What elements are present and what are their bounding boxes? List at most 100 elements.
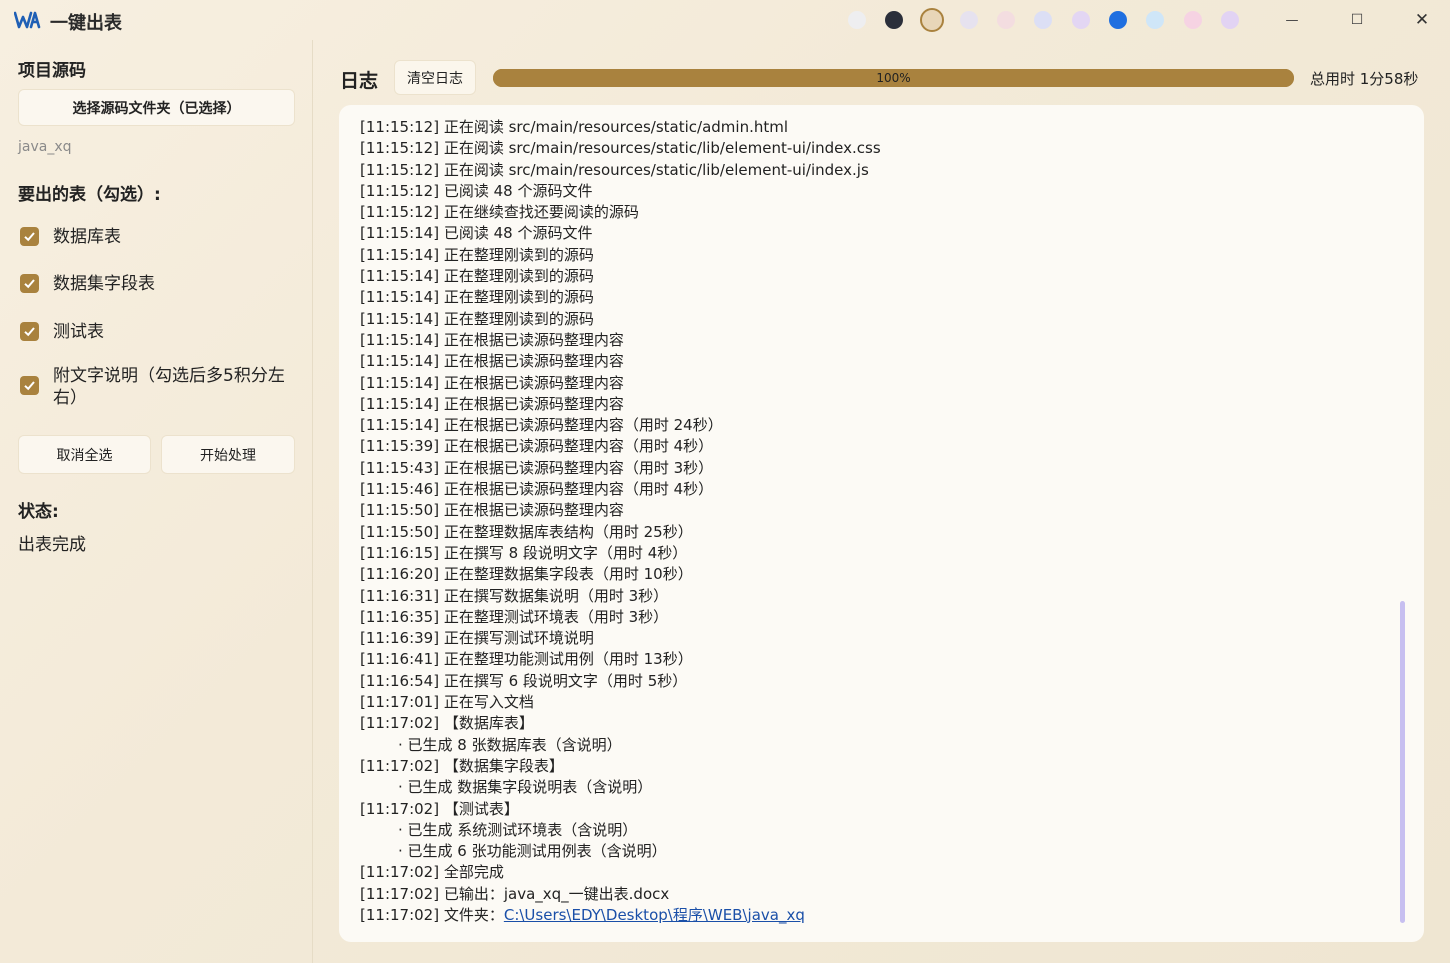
log-line-text: [11:15:50] 正在根据已读源码整理内容: [360, 501, 624, 520]
theme-swatch-lilac[interactable]: [1071, 11, 1090, 29]
log-line: [11:16:15] 正在撰写 8 段说明文字（用时 4秒）: [360, 543, 1390, 564]
log-line: [11:15:14] 正在根据已读源码整理内容: [360, 373, 1390, 394]
log-line: [11:15:50] 正在整理数据库表结构（用时 25秒）: [360, 522, 1390, 543]
output-folder-link[interactable]: C:\Users\EDY\Desktop\程序\WEB\java_xq: [504, 906, 805, 924]
theme-swatch-sky[interactable]: [1146, 11, 1165, 29]
minimize-button[interactable]: —: [1272, 6, 1312, 34]
option-label: 数据库表: [53, 227, 121, 247]
option-text-description[interactable]: 附文字说明（勾选后多5积分左右）: [20, 365, 300, 409]
checkbox-checked-icon[interactable]: [20, 322, 39, 341]
log-panel[interactable]: [11:15:12] 正在阅读 src/main/resources/stati…: [339, 105, 1424, 942]
log-line-text: [11:16:39] 正在撰写测试环境说明: [360, 629, 594, 648]
log-line-text: [11:15:14] 正在根据已读源码整理内容: [360, 394, 624, 413]
log-line-text: [11:17:02] 已输出：java_xq_一键出表.docx: [360, 884, 670, 903]
log-title: 日志: [340, 70, 379, 92]
log-line: [11:15:14] 正在整理刚读到的源码: [360, 287, 1390, 308]
log-line: [11:15:39] 正在根据已读源码整理内容（用时 4秒）: [360, 436, 1390, 457]
close-icon: ✕: [1414, 10, 1430, 30]
log-line: [11:17:02] 全部完成: [360, 862, 1390, 883]
log-line: [11:15:12] 正在阅读 src/main/resources/stati…: [360, 160, 1390, 181]
checkbox-checked-icon[interactable]: [20, 274, 39, 293]
log-line-text: [11:15:12] 正在继续查找还要阅读的源码: [360, 203, 639, 222]
log-line-text: · 已生成 数据集字段说明表（含说明）: [398, 778, 653, 797]
log-line: · 已生成 8 张数据库表（含说明）: [360, 735, 1390, 756]
close-button[interactable]: ✕: [1402, 6, 1442, 34]
option-database-table[interactable]: 数据库表: [20, 226, 300, 248]
maximize-icon: ☐: [1350, 12, 1364, 28]
log-line: [11:15:14] 正在整理刚读到的源码: [360, 266, 1390, 287]
theme-swatch-lavender-grey[interactable]: [959, 11, 978, 29]
log-line-text: [11:16:20] 正在整理数据集字段表（用时 10秒）: [360, 565, 693, 584]
theme-swatch-periwinkle[interactable]: [1034, 11, 1053, 29]
title-bar: 一键出表 — ☐ ✕: [0, 0, 1450, 40]
select-folder-button[interactable]: 选择源码文件夹（已选择）: [18, 89, 295, 126]
log-line: [11:17:01] 正在写入文档: [360, 692, 1390, 713]
log-line: [11:15:12] 正在阅读 src/main/resources/stati…: [360, 117, 1390, 138]
sidebar: 项目源码 选择源码文件夹（已选择） java_xq 要出的表（勾选）: 数据库表…: [0, 40, 313, 963]
log-line: [11:15:14] 正在根据已读源码整理内容: [360, 351, 1390, 372]
log-line-text: · 已生成 系统测试环境表（含说明）: [398, 820, 638, 839]
log-line-text: [11:16:31] 正在撰写数据集说明（用时 3秒）: [360, 586, 669, 605]
log-line-text: [11:15:12] 已阅读 48 个源码文件: [360, 181, 593, 200]
log-line: [11:16:35] 正在整理测试环境表（用时 3秒）: [360, 607, 1390, 628]
theme-swatches: [848, 8, 1258, 32]
log-line-text: [11:15:14] 正在根据已读源码整理内容: [360, 373, 624, 392]
log-line-text: [11:16:35] 正在整理测试环境表（用时 3秒）: [360, 607, 669, 626]
log-line: [11:17:02] 【数据库表】: [360, 713, 1390, 734]
log-line: [11:15:50] 正在根据已读源码整理内容: [360, 500, 1390, 521]
log-line: [11:16:41] 正在整理功能测试用例（用时 13秒）: [360, 649, 1390, 670]
option-dataset-field-table[interactable]: 数据集字段表: [20, 273, 300, 295]
log-line: [11:16:39] 正在撰写测试环境说明: [360, 628, 1390, 649]
theme-swatch-white[interactable]: [848, 11, 866, 29]
log-line: [11:15:14] 已阅读 48 个源码文件: [360, 223, 1390, 244]
log-line-text: [11:17:02] 全部完成: [360, 863, 504, 882]
selected-folder-name: java_xq: [18, 139, 72, 155]
log-line-text: [11:15:14] 正在根据已读源码整理内容: [360, 352, 624, 371]
theme-swatch-dark[interactable]: [885, 11, 904, 29]
log-line-text: [11:15:39] 正在根据已读源码整理内容（用时 4秒）: [360, 437, 714, 456]
log-line: [11:17:02] 文件夹：C:\Users\EDY\Desktop\程序\W…: [360, 905, 1390, 926]
log-line: [11:15:46] 正在根据已读源码整理内容（用时 4秒）: [360, 479, 1390, 500]
log-line-text: [11:15:14] 正在整理刚读到的源码: [360, 245, 594, 264]
log-line: · 已生成 数据集字段说明表（含说明）: [360, 777, 1390, 798]
checkbox-checked-icon[interactable]: [20, 227, 39, 246]
theme-swatch-blue[interactable]: [1109, 11, 1128, 29]
clear-log-button[interactable]: 清空日志: [394, 60, 476, 95]
log-line-text: [11:16:15] 正在撰写 8 段说明文字（用时 4秒）: [360, 543, 688, 562]
log-scrollbar-thumb[interactable]: [1400, 601, 1405, 923]
log-lines: [11:15:12] 正在阅读 src/main/resources/stati…: [360, 117, 1390, 926]
log-line: [11:15:12] 正在继续查找还要阅读的源码: [360, 202, 1390, 223]
theme-swatch-light-pink[interactable]: [997, 11, 1016, 29]
log-line: [11:15:14] 正在根据已读源码整理内容: [360, 330, 1390, 351]
log-line-text: [11:17:02] 文件夹：: [360, 905, 504, 924]
source-section-title: 项目源码: [18, 61, 86, 81]
status-title: 状态:: [18, 502, 59, 522]
log-line-text: [11:16:54] 正在撰写 6 段说明文字（用时 5秒）: [360, 671, 688, 690]
maximize-button[interactable]: ☐: [1337, 6, 1377, 34]
log-line-text: [11:15:12] 正在阅读 src/main/resources/stati…: [360, 139, 881, 158]
log-line-text: [11:15:14] 正在整理刚读到的源码: [360, 267, 594, 286]
theme-swatch-violet[interactable]: [1220, 11, 1239, 29]
log-line: [11:17:02] 【数据集字段表】: [360, 756, 1390, 777]
option-test-table[interactable]: 测试表: [20, 321, 300, 343]
log-line-text: [11:15:12] 正在阅读 src/main/resources/stati…: [360, 118, 789, 136]
app-window: 一键出表 — ☐ ✕ 项目源码 选择源码文件夹（已选择） java_xq 要出的…: [0, 0, 1450, 963]
log-line: · 已生成 系统测试环境表（含说明）: [360, 820, 1390, 841]
checkbox-checked-icon[interactable]: [20, 376, 39, 395]
minimize-icon: —: [1285, 12, 1299, 28]
log-line-text: [11:15:14] 正在根据已读源码整理内容: [360, 330, 624, 349]
log-line: [11:16:20] 正在整理数据集字段表（用时 10秒）: [360, 564, 1390, 585]
app-logo-icon: [14, 11, 41, 29]
log-line-text: [11:17:01] 正在写入文档: [360, 693, 534, 712]
theme-swatch-beige[interactable]: [919, 8, 944, 32]
log-line: [11:16:31] 正在撰写数据集说明（用时 3秒）: [360, 586, 1390, 607]
log-line: [11:17:02] 已输出：java_xq_一键出表.docx: [360, 884, 1390, 905]
log-line: [11:15:43] 正在根据已读源码整理内容（用时 3秒）: [360, 458, 1390, 479]
deselect-all-button[interactable]: 取消全选: [18, 435, 151, 474]
log-line-text: [11:15:12] 正在阅读 src/main/resources/stati…: [360, 160, 869, 179]
log-line: · 已生成 6 张功能测试用例表（含说明）: [360, 841, 1390, 862]
theme-swatch-pink[interactable]: [1183, 11, 1202, 29]
log-line-text: [11:16:41] 正在整理功能测试用例（用时 13秒）: [360, 650, 693, 669]
log-line-text: [11:15:43] 正在根据已读源码整理内容（用时 3秒）: [360, 458, 714, 477]
start-processing-button[interactable]: 开始处理: [161, 435, 295, 474]
